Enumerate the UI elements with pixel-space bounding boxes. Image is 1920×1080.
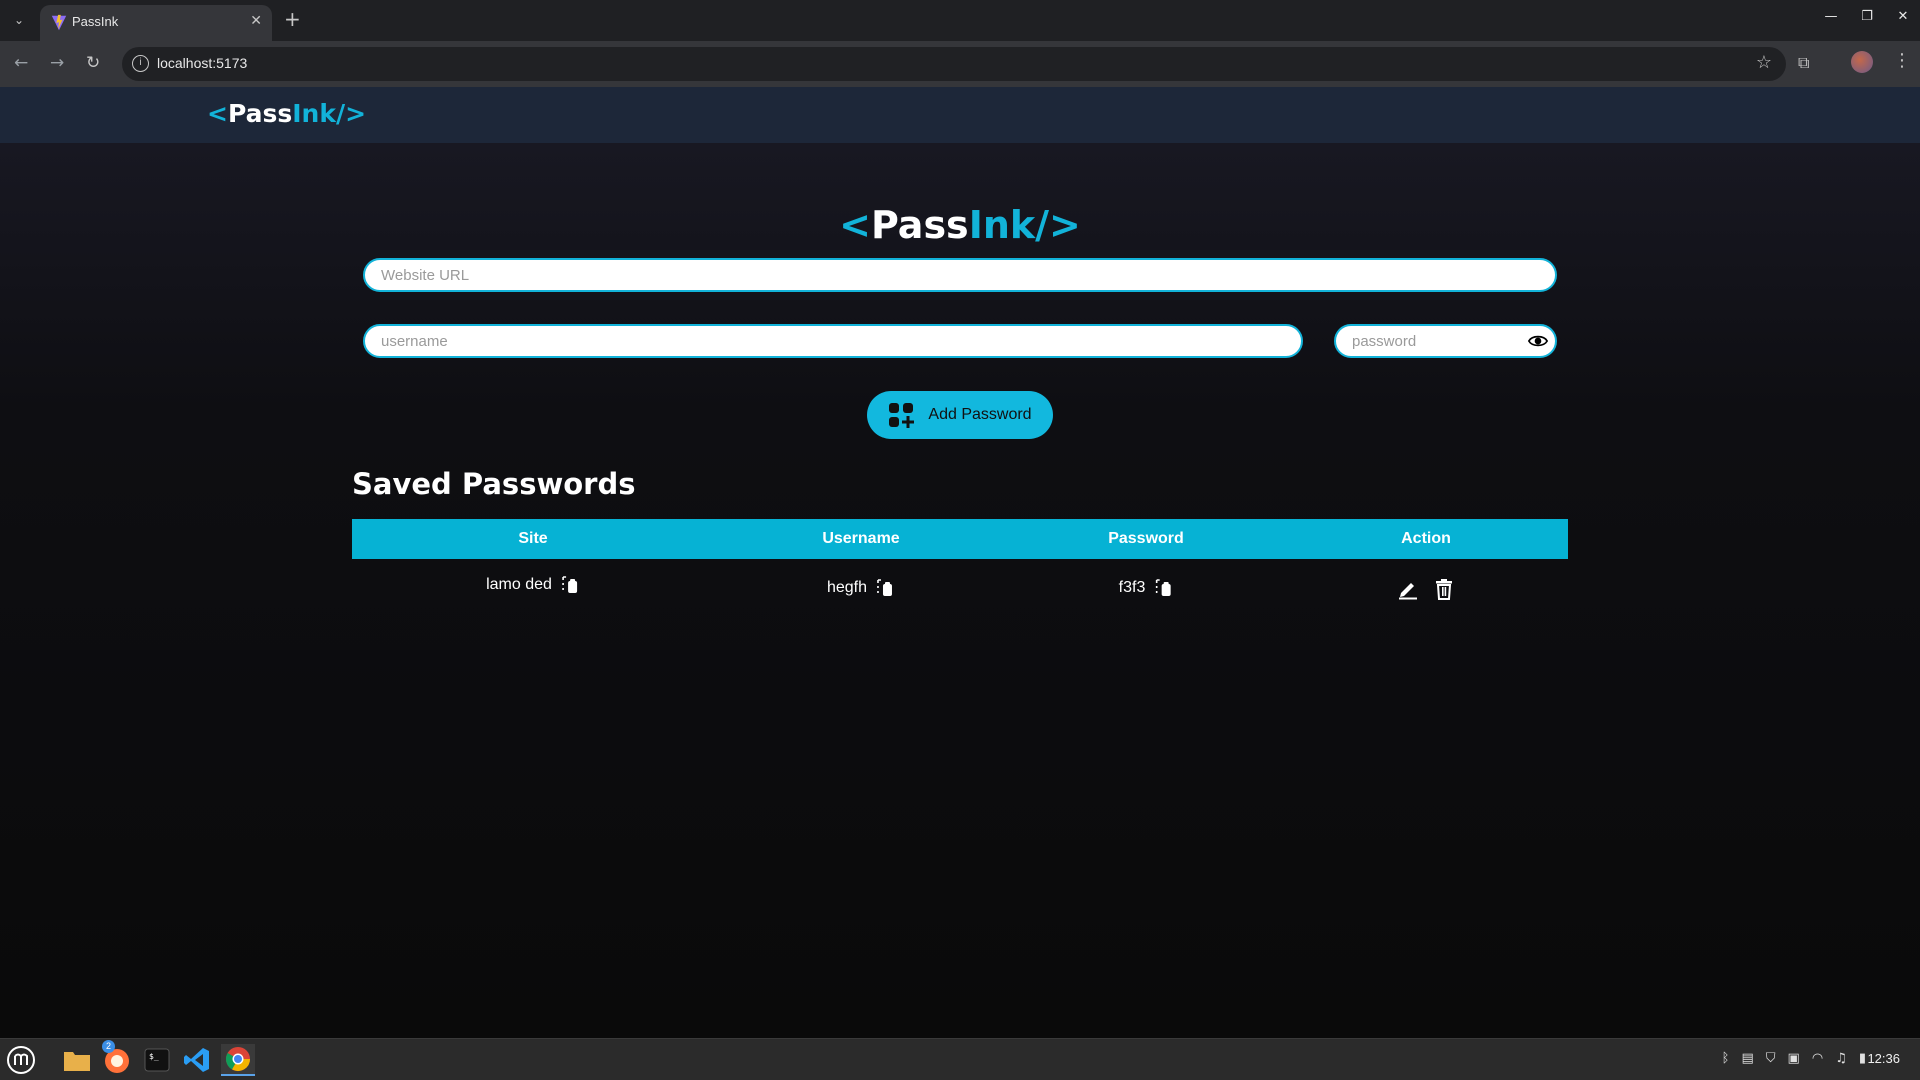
clipboard-icon[interactable]: ▤ — [1741, 1051, 1753, 1066]
show-password-eye-icon[interactable] — [1528, 332, 1548, 350]
site-cell: lamo ded — [486, 575, 580, 595]
firefox-badge: 2 — [102, 1040, 115, 1053]
folder-icon — [64, 1052, 90, 1071]
browser-menu-icon[interactable]: ⋮ — [1893, 50, 1911, 71]
profile-avatar[interactable] — [1851, 51, 1873, 73]
copy-password-icon[interactable] — [1153, 578, 1173, 598]
close-window-icon[interactable]: ✕ — [1896, 9, 1910, 24]
forward-icon[interactable]: → — [50, 53, 64, 73]
bookmark-star-icon[interactable]: ☆ — [1756, 52, 1772, 73]
password-field — [1334, 324, 1557, 358]
firefox-app-icon[interactable]: 2 — [100, 1040, 134, 1076]
bluetooth-icon[interactable]: ᛒ — [1722, 1051, 1730, 1066]
main-logo: <PassInk/> — [839, 203, 1081, 247]
terminal-app-icon[interactable]: $_ — [140, 1044, 174, 1076]
site-info-icon[interactable]: i — [132, 55, 149, 72]
site-value: lamo ded — [486, 576, 552, 593]
passwords-table: Site Username Password Action lamo ded h… — [352, 519, 1568, 600]
battery-icon[interactable]: ▮ — [1859, 1051, 1866, 1066]
password-value: f3f3 — [1118, 579, 1146, 596]
terminal-icon: $_ — [144, 1048, 170, 1072]
username-input[interactable] — [363, 324, 1303, 358]
browser-toolbar: ← → ↻ i localhost:5173 ☆ ⧉ ⋮ — [0, 41, 1920, 87]
saved-passwords-heading: Saved Passwords — [352, 467, 636, 501]
chrome-app-icon[interactable] — [221, 1044, 255, 1076]
minimize-icon[interactable]: — — [1824, 9, 1838, 24]
extensions-icon[interactable]: ⧉ — [1798, 53, 1809, 73]
chrome-icon — [225, 1047, 250, 1072]
tab-search-button[interactable]: ⌄ — [8, 9, 30, 31]
password-input[interactable] — [1334, 324, 1557, 358]
svg-text:$_: $_ — [149, 1052, 159, 1061]
sound-icon[interactable]: ♫ — [1835, 1051, 1847, 1066]
new-tab-button[interactable]: + — [284, 7, 301, 31]
username-value: hegfh — [826, 579, 868, 596]
vscode-app-icon[interactable] — [180, 1044, 214, 1076]
website-url-input[interactable] — [363, 258, 1557, 292]
back-icon[interactable]: ← — [14, 53, 28, 73]
main-content: <PassInk/> Add Password Saved Passwords … — [0, 143, 1920, 1038]
os-taskbar: 2 $_ ᛒ ▤ ⛉ ▣ ◠ ♫ ▮ 12:36 — [0, 1038, 1920, 1080]
browser-tabstrip: ⌄ PassInk ✕ + — ❐ ✕ — [0, 0, 1920, 41]
column-header-password: Password — [1108, 530, 1184, 547]
add-password-button[interactable]: Add Password — [867, 391, 1053, 439]
add-password-label: Add Password — [928, 406, 1032, 423]
taskbar-clock[interactable]: 12:36 — [1867, 1051, 1900, 1066]
navbar-logo[interactable]: <PassInk/> — [207, 99, 366, 128]
column-header-action: Action — [1401, 530, 1451, 547]
copy-username-icon[interactable] — [875, 578, 895, 598]
window-controls: — ❐ ✕ — [1824, 9, 1910, 24]
vscode-icon — [184, 1048, 209, 1072]
files-app-icon[interactable] — [60, 1044, 94, 1076]
password-cell: f3f3 — [1119, 578, 1174, 598]
reload-icon[interactable]: ↻ — [86, 53, 100, 73]
address-bar[interactable]: i localhost:5173 ☆ — [122, 47, 1786, 81]
edit-icon[interactable] — [1397, 578, 1419, 600]
mint-logo-icon — [7, 1046, 35, 1074]
system-tray: ᛒ ▤ ⛉ ▣ ◠ ♫ ▮ — [1722, 1051, 1866, 1066]
copy-site-icon[interactable] — [560, 575, 580, 595]
mint-menu-icon[interactable] — [4, 1044, 38, 1076]
shield-icon[interactable]: ⛉ — [1766, 1051, 1776, 1066]
tab-close-icon[interactable]: ✕ — [250, 13, 262, 29]
tab-title: PassInk — [72, 14, 119, 29]
add-grid-icon — [889, 403, 915, 428]
restore-icon[interactable]: ❐ — [1860, 9, 1874, 24]
column-header-username: Username — [822, 530, 900, 547]
vite-favicon-icon — [51, 14, 67, 31]
delete-trash-icon[interactable] — [1433, 578, 1455, 600]
action-cell — [1397, 578, 1455, 600]
table-row: lamo ded hegfh f3f3 — [352, 559, 1568, 619]
table-header: Site Username Password Action — [352, 519, 1568, 559]
app-navbar: <PassInk/> — [0, 87, 1920, 143]
address-url[interactable]: localhost:5173 — [157, 55, 247, 71]
browser-tab[interactable]: PassInk ✕ — [40, 5, 272, 41]
username-cell: hegfh — [827, 578, 895, 598]
column-header-site: Site — [518, 530, 548, 547]
updates-icon[interactable]: ▣ — [1788, 1051, 1800, 1066]
wifi-icon[interactable]: ◠ — [1812, 1051, 1823, 1066]
